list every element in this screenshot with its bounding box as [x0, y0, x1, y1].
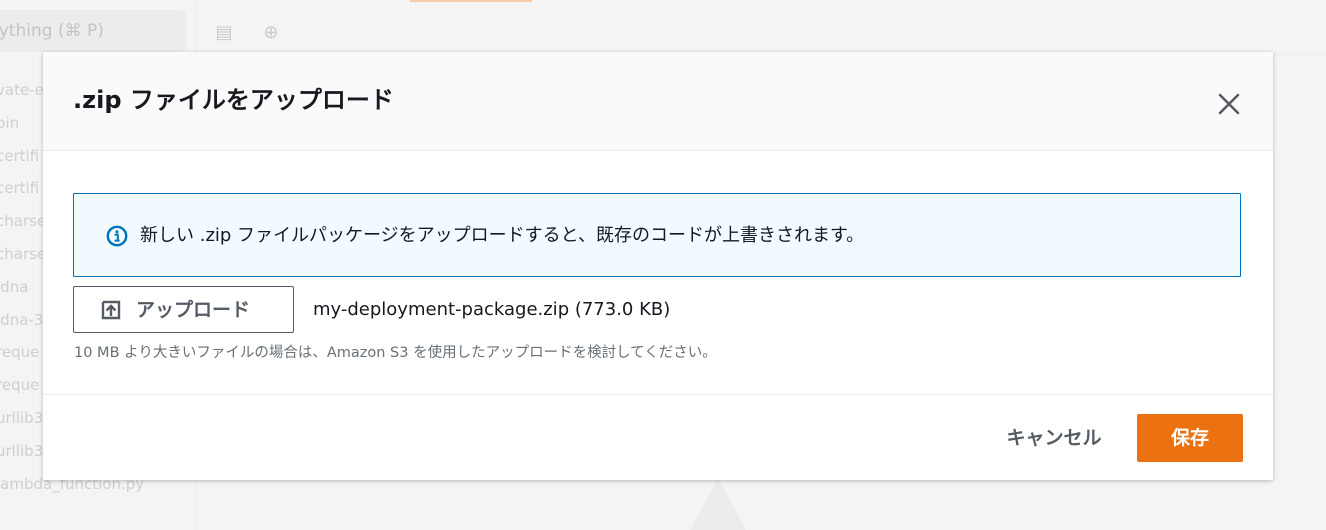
- info-alert: 新しい .zip ファイルパッケージをアップロードすると、既存のコードが上書きさ…: [73, 193, 1241, 277]
- active-tab-indicator: [410, 0, 532, 2]
- go-to-anything-search: nything (⌘ P): [0, 10, 186, 52]
- upload-icon: [101, 300, 121, 320]
- modal-title: .zip ファイルをアップロード: [73, 86, 394, 114]
- upload-button[interactable]: アップロード: [73, 286, 294, 333]
- upload-zip-modal: .zip ファイルをアップロード 新しい .zip ファイルパッケージをアップロ…: [43, 52, 1273, 480]
- selected-file-name: my-deployment-package.zip (773.0 KB): [313, 299, 671, 320]
- lambda-watermark-icon: [690, 478, 746, 530]
- modal-header: .zip ファイルをアップロード: [43, 52, 1273, 151]
- cancel-button[interactable]: キャンセル: [989, 414, 1119, 462]
- file-icon: ▤: [215, 22, 233, 43]
- close-button[interactable]: [1211, 86, 1247, 122]
- save-button[interactable]: 保存: [1137, 414, 1243, 462]
- search-placeholder: nything (⌘ P): [0, 21, 104, 41]
- upload-button-label: アップロード: [136, 299, 251, 321]
- upload-size-hint: 10 MB より大きいファイルの場合は、Amazon S3 を使用したアップロー…: [74, 345, 717, 361]
- add-tab-icon: ⊕: [263, 22, 279, 43]
- info-icon: [106, 225, 128, 247]
- info-message: 新しい .zip ファイルパッケージをアップロードすると、既存のコードが上書きさ…: [140, 225, 865, 246]
- close-icon: [1218, 93, 1240, 115]
- footer-divider: [43, 394, 1273, 395]
